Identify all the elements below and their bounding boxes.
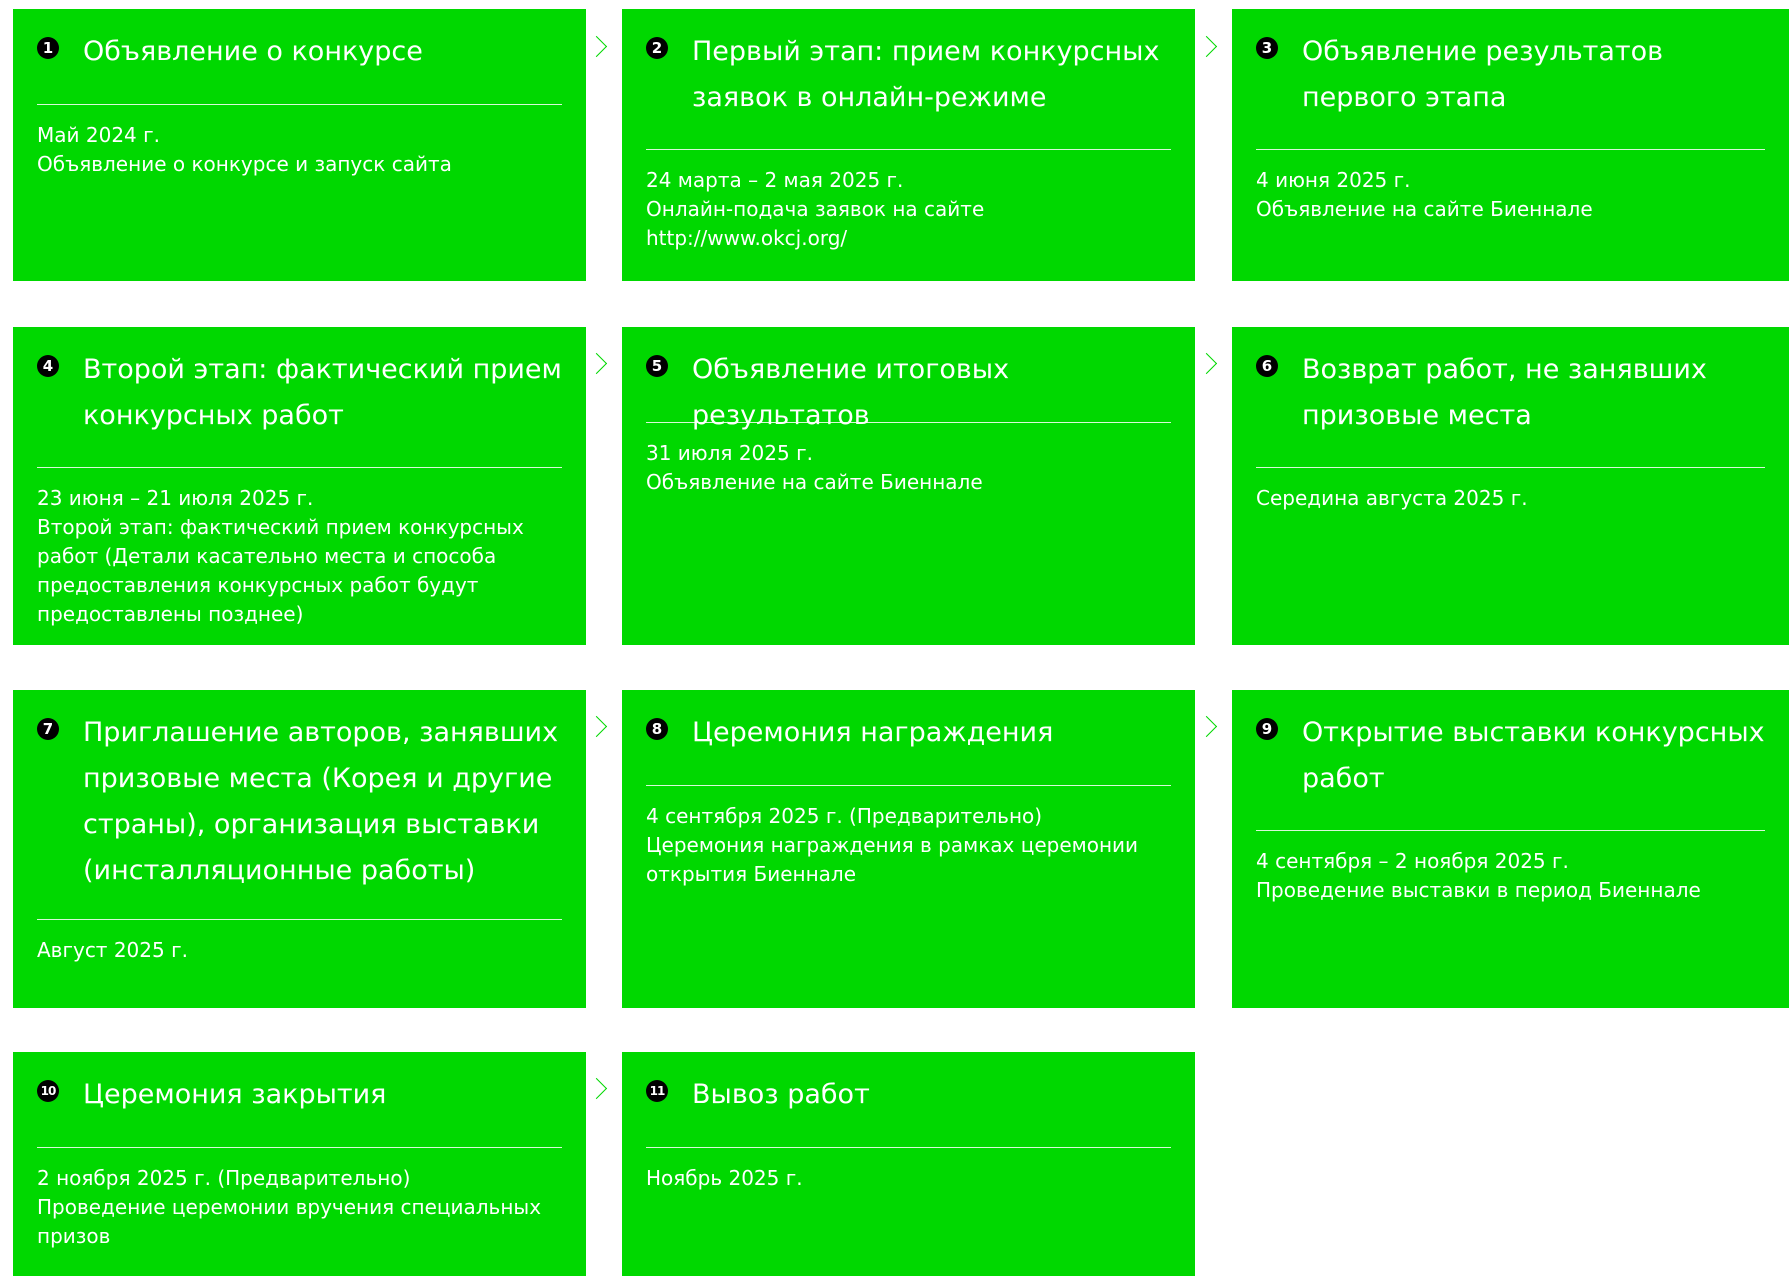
step-description: 4 июня 2025 г. Объявление на сайте Биенн…	[1256, 150, 1765, 224]
step-card-8: 8 Церемония награждения 4 сентября 2025 …	[622, 690, 1195, 1008]
step-number-badge: 7	[37, 718, 59, 740]
step-detail: Проведение выставки в период Биеннале	[1256, 878, 1701, 902]
step-header: 10 Церемония закрытия	[37, 1052, 562, 1147]
step-header: 2 Первый этап: прием конкурсных заявок в…	[646, 9, 1171, 149]
step-header: 9 Открытие выставки конкурсных работ	[1256, 690, 1765, 830]
step-number-badge: 6	[1256, 355, 1278, 377]
step-title: Приглашение авторов, занявших призовые м…	[83, 717, 559, 886]
step-number-badge: 8	[646, 718, 668, 740]
step-header: 5 Объявление итоговых результатов	[646, 327, 1171, 431]
step-header: 1 Объявление о конкурсе	[37, 9, 562, 104]
step-card-5: 5 Объявление итоговых результатов 31 июл…	[622, 327, 1195, 645]
chevron-right-icon	[1195, 715, 1218, 738]
step-description: 23 июня – 21 июля 2025 г. Второй этап: ф…	[37, 468, 562, 629]
step-date: 23 июня – 21 июля 2025 г.	[37, 486, 314, 510]
chevron-right-icon	[585, 1077, 608, 1100]
step-description: 2 ноября 2025 г. (Предварительно) Провед…	[37, 1148, 562, 1251]
step-number-badge: 1	[37, 37, 59, 59]
step-date: 4 июня 2025 г.	[1256, 168, 1411, 192]
step-number-badge: 3	[1256, 37, 1278, 59]
step-description: 4 сентября – 2 ноября 2025 г. Проведение…	[1256, 831, 1765, 905]
step-description: Август 2025 г.	[37, 920, 562, 965]
step-header: 7 Приглашение авторов, занявших призовые…	[37, 690, 562, 919]
step-description: Май 2024 г. Объявление о конкурсе и запу…	[37, 105, 562, 179]
step-detail: Церемония награждения в рамках церемонии…	[646, 833, 1139, 886]
step-title: Объявление о конкурсе	[83, 36, 423, 67]
step-detail: Второй этап: фактический прием конкурсны…	[37, 515, 524, 626]
step-date: Ноябрь 2025 г.	[646, 1166, 803, 1190]
step-card-11: 11 Вывоз работ Ноябрь 2025 г.	[622, 1052, 1195, 1276]
chevron-right-icon	[585, 715, 608, 738]
step-card-9: 9 Открытие выставки конкурсных работ 4 с…	[1232, 690, 1789, 1008]
step-title: Церемония награждения	[692, 717, 1054, 748]
step-detail-link[interactable]: http://www.okcj.org/	[646, 224, 1171, 253]
step-header: 11 Вывоз работ	[646, 1052, 1171, 1147]
step-header: 3 Объявление результатов первого этапа	[1256, 9, 1765, 149]
step-description: 24 марта – 2 мая 2025 г. Онлайн-подача з…	[646, 150, 1171, 253]
chevron-right-icon	[1195, 352, 1218, 375]
step-title: Объявление итоговых результатов	[692, 354, 1010, 431]
step-date: 24 марта – 2 мая 2025 г.	[646, 168, 904, 192]
step-date: 31 июля 2025 г.	[646, 441, 813, 465]
step-card-10: 10 Церемония закрытия 2 ноября 2025 г. (…	[13, 1052, 586, 1276]
step-detail: Объявление о конкурсе и запуск сайта	[37, 152, 452, 176]
step-date: Август 2025 г.	[37, 938, 188, 962]
step-date: Середина августа 2025 г.	[1256, 486, 1528, 510]
step-title: Возврат работ, не занявших призовые мест…	[1302, 354, 1707, 431]
step-date: 4 сентября 2025 г. (Предварительно)	[646, 804, 1043, 828]
step-detail: Объявление на сайте Биеннале	[646, 470, 983, 494]
step-date: Май 2024 г.	[37, 123, 160, 147]
step-title: Второй этап: фактический прием конкурсны…	[83, 354, 562, 431]
step-number-badge: 2	[646, 37, 668, 59]
chevron-right-icon	[585, 35, 608, 58]
step-number-badge: 9	[1256, 718, 1278, 740]
step-detail: Объявление на сайте Биеннале	[1256, 197, 1593, 221]
step-card-7: 7 Приглашение авторов, занявших призовые…	[13, 690, 586, 1008]
step-header: 6 Возврат работ, не занявших призовые ме…	[1256, 327, 1765, 467]
step-card-2: 2 Первый этап: прием конкурсных заявок в…	[622, 9, 1195, 281]
step-title: Объявление результатов первого этапа	[1302, 36, 1664, 113]
timeline-grid: 1 Объявление о конкурсе Май 2024 г. Объя…	[0, 0, 1789, 1276]
step-header: 4 Второй этап: фактический прием конкурс…	[37, 327, 562, 467]
step-number-badge: 5	[646, 355, 668, 377]
step-number-badge: 10	[37, 1080, 59, 1102]
step-title: Вывоз работ	[692, 1079, 870, 1110]
step-detail: Онлайн-подача заявок на сайте	[646, 197, 985, 221]
step-card-1: 1 Объявление о конкурсе Май 2024 г. Объя…	[13, 9, 586, 281]
step-description: Середина августа 2025 г.	[1256, 468, 1765, 513]
step-description: 4 сентября 2025 г. (Предварительно) Цере…	[646, 786, 1171, 889]
step-card-6: 6 Возврат работ, не занявших призовые ме…	[1232, 327, 1789, 645]
step-date: 2 ноября 2025 г. (Предварительно)	[37, 1166, 411, 1190]
step-title: Первый этап: прием конкурсных заявок в о…	[692, 36, 1160, 113]
chevron-right-icon	[1195, 35, 1218, 58]
step-number-badge: 11	[646, 1080, 668, 1102]
step-header: 8 Церемония награждения	[646, 690, 1171, 785]
step-date: 4 сентября – 2 ноября 2025 г.	[1256, 849, 1569, 873]
step-card-4: 4 Второй этап: фактический прием конкурс…	[13, 327, 586, 645]
step-detail: Проведение церемонии вручения специальны…	[37, 1195, 542, 1248]
step-title: Открытие выставки конкурсных работ	[1302, 717, 1765, 794]
chevron-right-icon	[585, 352, 608, 375]
step-card-3: 3 Объявление результатов первого этапа 4…	[1232, 9, 1789, 281]
step-number-badge: 4	[37, 355, 59, 377]
step-description: Ноябрь 2025 г.	[646, 1148, 1171, 1193]
step-title: Церемония закрытия	[83, 1079, 387, 1110]
